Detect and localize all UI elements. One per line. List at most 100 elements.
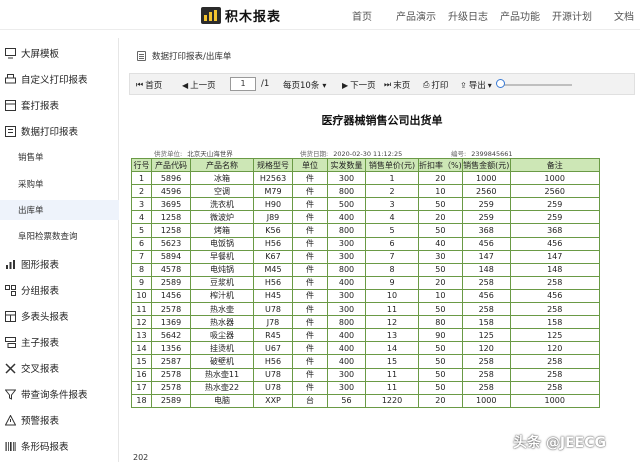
table-cell: 40 xyxy=(418,236,463,251)
table-cell: 50 xyxy=(418,380,463,395)
column-header: 销售单价(元) xyxy=(365,157,419,173)
table-cell: 2589 xyxy=(151,393,191,408)
table-cell: 259 xyxy=(461,210,511,225)
print-button[interactable]: ⎙ 打印 xyxy=(423,79,448,91)
zoom-slider-track[interactable] xyxy=(500,84,572,86)
table-cell: 120 xyxy=(509,341,600,356)
table-row: 1 5896 冰箱 H2563 件 300 1 20 1000 1000 xyxy=(131,171,600,186)
table-cell: 件 xyxy=(292,315,328,330)
sidebar-item-cross-reports[interactable]: 交叉报表 xyxy=(0,358,119,378)
sidebar-item-dashboard-templates[interactable]: 大屏模板 xyxy=(0,43,119,63)
table-cell: 7 xyxy=(365,249,419,264)
table-cell: 榨汁机 xyxy=(190,288,254,304)
table-cell: 4578 xyxy=(151,262,191,277)
sidebar-item-sales-order[interactable]: 销售单 xyxy=(0,147,119,167)
table-cell: 空调 xyxy=(190,184,254,199)
prev-page-button[interactable]: ◀ 上一页 xyxy=(182,79,216,92)
sidebar-item-barcode-reports[interactable]: 条形码报表 xyxy=(0,436,119,456)
table-cell: 热水壶11 xyxy=(190,367,254,382)
table-cell: 50 xyxy=(418,223,463,238)
table-cell: H2563 xyxy=(253,171,293,186)
nav-docs[interactable]: 文档 xyxy=(614,8,634,23)
table-cell: 洗衣机 xyxy=(190,197,254,212)
zoom-slider-handle[interactable] xyxy=(496,79,505,88)
table-cell: 件 xyxy=(292,184,328,199)
table-cell: H56 xyxy=(253,275,293,290)
table-cell: 1000 xyxy=(461,393,511,408)
table-cell: 件 xyxy=(292,354,328,369)
sidebar-item-multi-header[interactable]: 多表头报表 xyxy=(0,306,119,326)
nav-home[interactable]: 首页 xyxy=(352,8,372,23)
table-row: 14 1356 挂烫机 U67 件 400 14 50 120 120 xyxy=(131,341,600,356)
barcode-icon xyxy=(5,441,16,451)
table-cell: 微波炉 xyxy=(190,210,254,225)
sidebar-item-outbound-order[interactable]: 出库单 xyxy=(0,200,119,220)
table-cell: XXP xyxy=(253,393,293,408)
first-page-button[interactable]: ⏮ 首页 xyxy=(136,79,162,91)
prev-icon: ◀ xyxy=(182,80,189,90)
table-cell: 258 xyxy=(509,367,600,382)
table-row: 10 1456 榨汁机 H45 件 300 10 10 456 456 xyxy=(131,288,600,304)
cross-icon xyxy=(5,362,16,374)
sidebar-item-group-reports[interactable]: 分组报表 xyxy=(0,280,119,300)
table-cell: 件 xyxy=(292,236,328,251)
nav-product-demo[interactable]: 产品演示 xyxy=(396,8,436,23)
column-header: 产品代码 xyxy=(151,157,191,173)
table-cell: 1220 xyxy=(365,393,419,408)
table-cell: 早餐机 xyxy=(190,249,254,264)
nav-features[interactable]: 产品功能 xyxy=(500,8,540,23)
table-icon xyxy=(5,310,16,322)
table-row: 2 4596 空调 M79 件 800 2 10 2560 2560 xyxy=(131,184,600,199)
page-size-select[interactable]: 每页10条 ▾ xyxy=(283,79,328,92)
export-button[interactable]: ⇪ 导出 ▾ xyxy=(460,79,494,92)
column-header: 销售金额(元) xyxy=(461,157,511,173)
sidebar-item-custom-print[interactable]: 自定义打印报表 xyxy=(0,69,119,89)
nav-open-source[interactable]: 开源计划 xyxy=(552,8,592,23)
table-cell: 456 xyxy=(509,236,600,251)
sidebar-item-overlay-print[interactable]: 套打报表 xyxy=(0,95,119,115)
table-cell: 400 xyxy=(327,210,366,225)
sidebar-item-data-print[interactable]: 数据打印报表 xyxy=(0,121,119,141)
table-cell: 258 xyxy=(461,275,511,290)
table-row: 15 2587 破壁机 H56 件 400 15 50 258 258 xyxy=(131,354,600,369)
table-cell: 1258 xyxy=(151,210,191,225)
report-title: 医疗器械销售公司出货单 xyxy=(321,114,443,127)
table-cell: 158 xyxy=(461,315,511,330)
table-cell: 1356 xyxy=(151,341,191,356)
table-cell: 13 xyxy=(365,328,419,343)
page-number-input[interactable]: 1 xyxy=(230,77,256,91)
table-cell: 2 xyxy=(131,184,152,199)
table-cell: 7 xyxy=(131,249,152,264)
sidebar-item-ticket-query[interactable]: 阜阳检票数查询 xyxy=(0,226,119,246)
table-cell: 1000 xyxy=(461,171,511,186)
table-cell: U67 xyxy=(253,341,293,356)
first-page-icon: ⏮ xyxy=(136,80,144,89)
page-total: /1 xyxy=(261,79,270,89)
table-cell: 件 xyxy=(292,210,328,225)
sidebar-item-purchase-order[interactable]: 采购单 xyxy=(0,174,119,194)
column-header: 折扣率（%) xyxy=(418,157,463,173)
table-cell: 件 xyxy=(292,380,328,395)
sidebar-item-chart-reports[interactable]: 图形报表 xyxy=(0,254,119,274)
last-page-button[interactable]: ⏭ 末页 xyxy=(384,79,410,91)
table-cell: J89 xyxy=(253,210,293,225)
site-logo[interactable]: 积木报表 xyxy=(201,6,281,25)
table-cell: 258 xyxy=(509,354,600,369)
sidebar-item-master-detail[interactable]: 主子报表 xyxy=(0,332,119,352)
sidebar-item-alert-reports[interactable]: 预警报表 xyxy=(0,410,119,430)
table-row: 4 1258 微波炉 J89 件 400 4 20 259 259 xyxy=(131,210,600,225)
table-cell: 2578 xyxy=(151,380,191,395)
nav-changelog[interactable]: 升级日志 xyxy=(448,8,488,23)
next-page-button[interactable]: ▶ 下一页 xyxy=(342,79,376,92)
sidebar-item-query-reports[interactable]: 带查询条件报表 xyxy=(0,384,119,404)
column-header: 产品名称 xyxy=(190,157,254,173)
table-cell: 456 xyxy=(461,236,511,251)
table-row: 6 5623 电饭锅 H56 件 300 6 40 456 456 xyxy=(131,236,600,251)
table-cell: 热水壶22 xyxy=(190,380,254,395)
table-cell: 吸尘器 xyxy=(190,328,254,343)
table-cell: 11 xyxy=(365,367,419,382)
table-cell: 件 xyxy=(292,197,328,212)
table-cell: 20 xyxy=(418,171,463,186)
table-cell: 挂烫机 xyxy=(190,341,254,356)
table-cell: 50 xyxy=(418,197,463,212)
